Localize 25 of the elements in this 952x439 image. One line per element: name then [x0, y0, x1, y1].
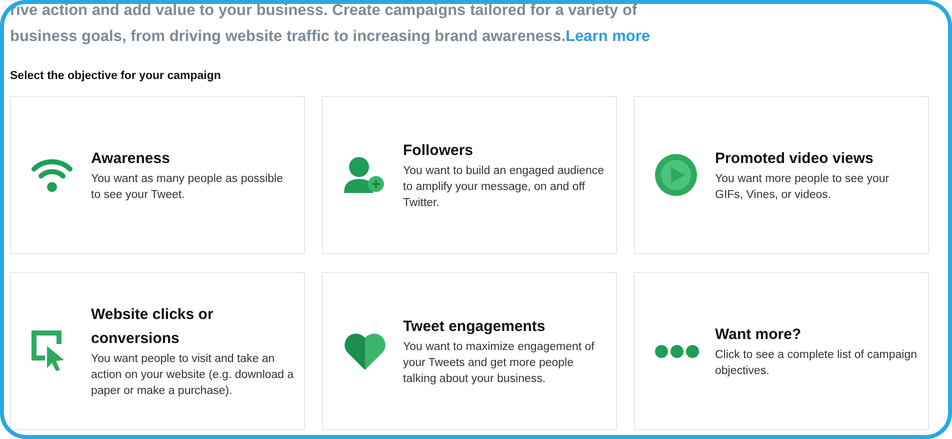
person-add-icon [343, 155, 385, 195]
objective-title: Want more? [715, 325, 802, 345]
objective-description: You want to maximize engagement of your Tweets and get more people talking about your business. [403, 340, 596, 387]
objective-title: Promoted video views [715, 149, 874, 169]
objective-title: Website clicks or conversions [91, 305, 214, 349]
intro-text: business goals, from driving website traffic to increasing brand awareness. [10, 28, 566, 45]
objective-card[interactable]: Awareness You want as many people as possible to see your Tweet. [10, 96, 305, 254]
objective-card[interactable]: Followers You want to build an engaged audience to amplify your message, on and off Twitter. [322, 96, 617, 254]
wifi-icon [31, 157, 73, 193]
objective-card[interactable]: Tweet engagements You want to maximize engagement of your Tweets and get more people talking about your business. [322, 272, 617, 430]
objective-description: You want as many people as possible to see your Tweet. [91, 172, 284, 203]
objective-card[interactable]: Want more? Click to see a complete list of campaign objectives. [634, 272, 929, 430]
objective-title: Tweet engagements [403, 317, 546, 337]
objective-title: Awareness [91, 149, 170, 169]
objective-description: Click to see a complete list of campaign objectives. [715, 348, 918, 379]
objective-card[interactable]: Promoted video views You want more people to see your GIFs, Vines, or videos. [634, 96, 929, 254]
objective-description: You want to build an engaged audience to amplify your message, on and off Twitter. [403, 164, 605, 211]
section-heading: Select the objective for your campaign [10, 70, 221, 82]
objective-card[interactable]: Website clicks or conversions You want people to visit and take an action on your website (e.g. download a paper or make a purchase). [10, 272, 305, 430]
objective-description: You want people to visit and take an action on your website (e.g. download a paper or make a purchase). [91, 352, 294, 399]
play-icon [655, 154, 697, 196]
heart-icon [343, 332, 387, 370]
objective-description: You want more people to see your GIFs, Vines, or videos. [715, 172, 890, 203]
objective-title: Followers [403, 141, 474, 161]
more-icon [655, 344, 699, 358]
